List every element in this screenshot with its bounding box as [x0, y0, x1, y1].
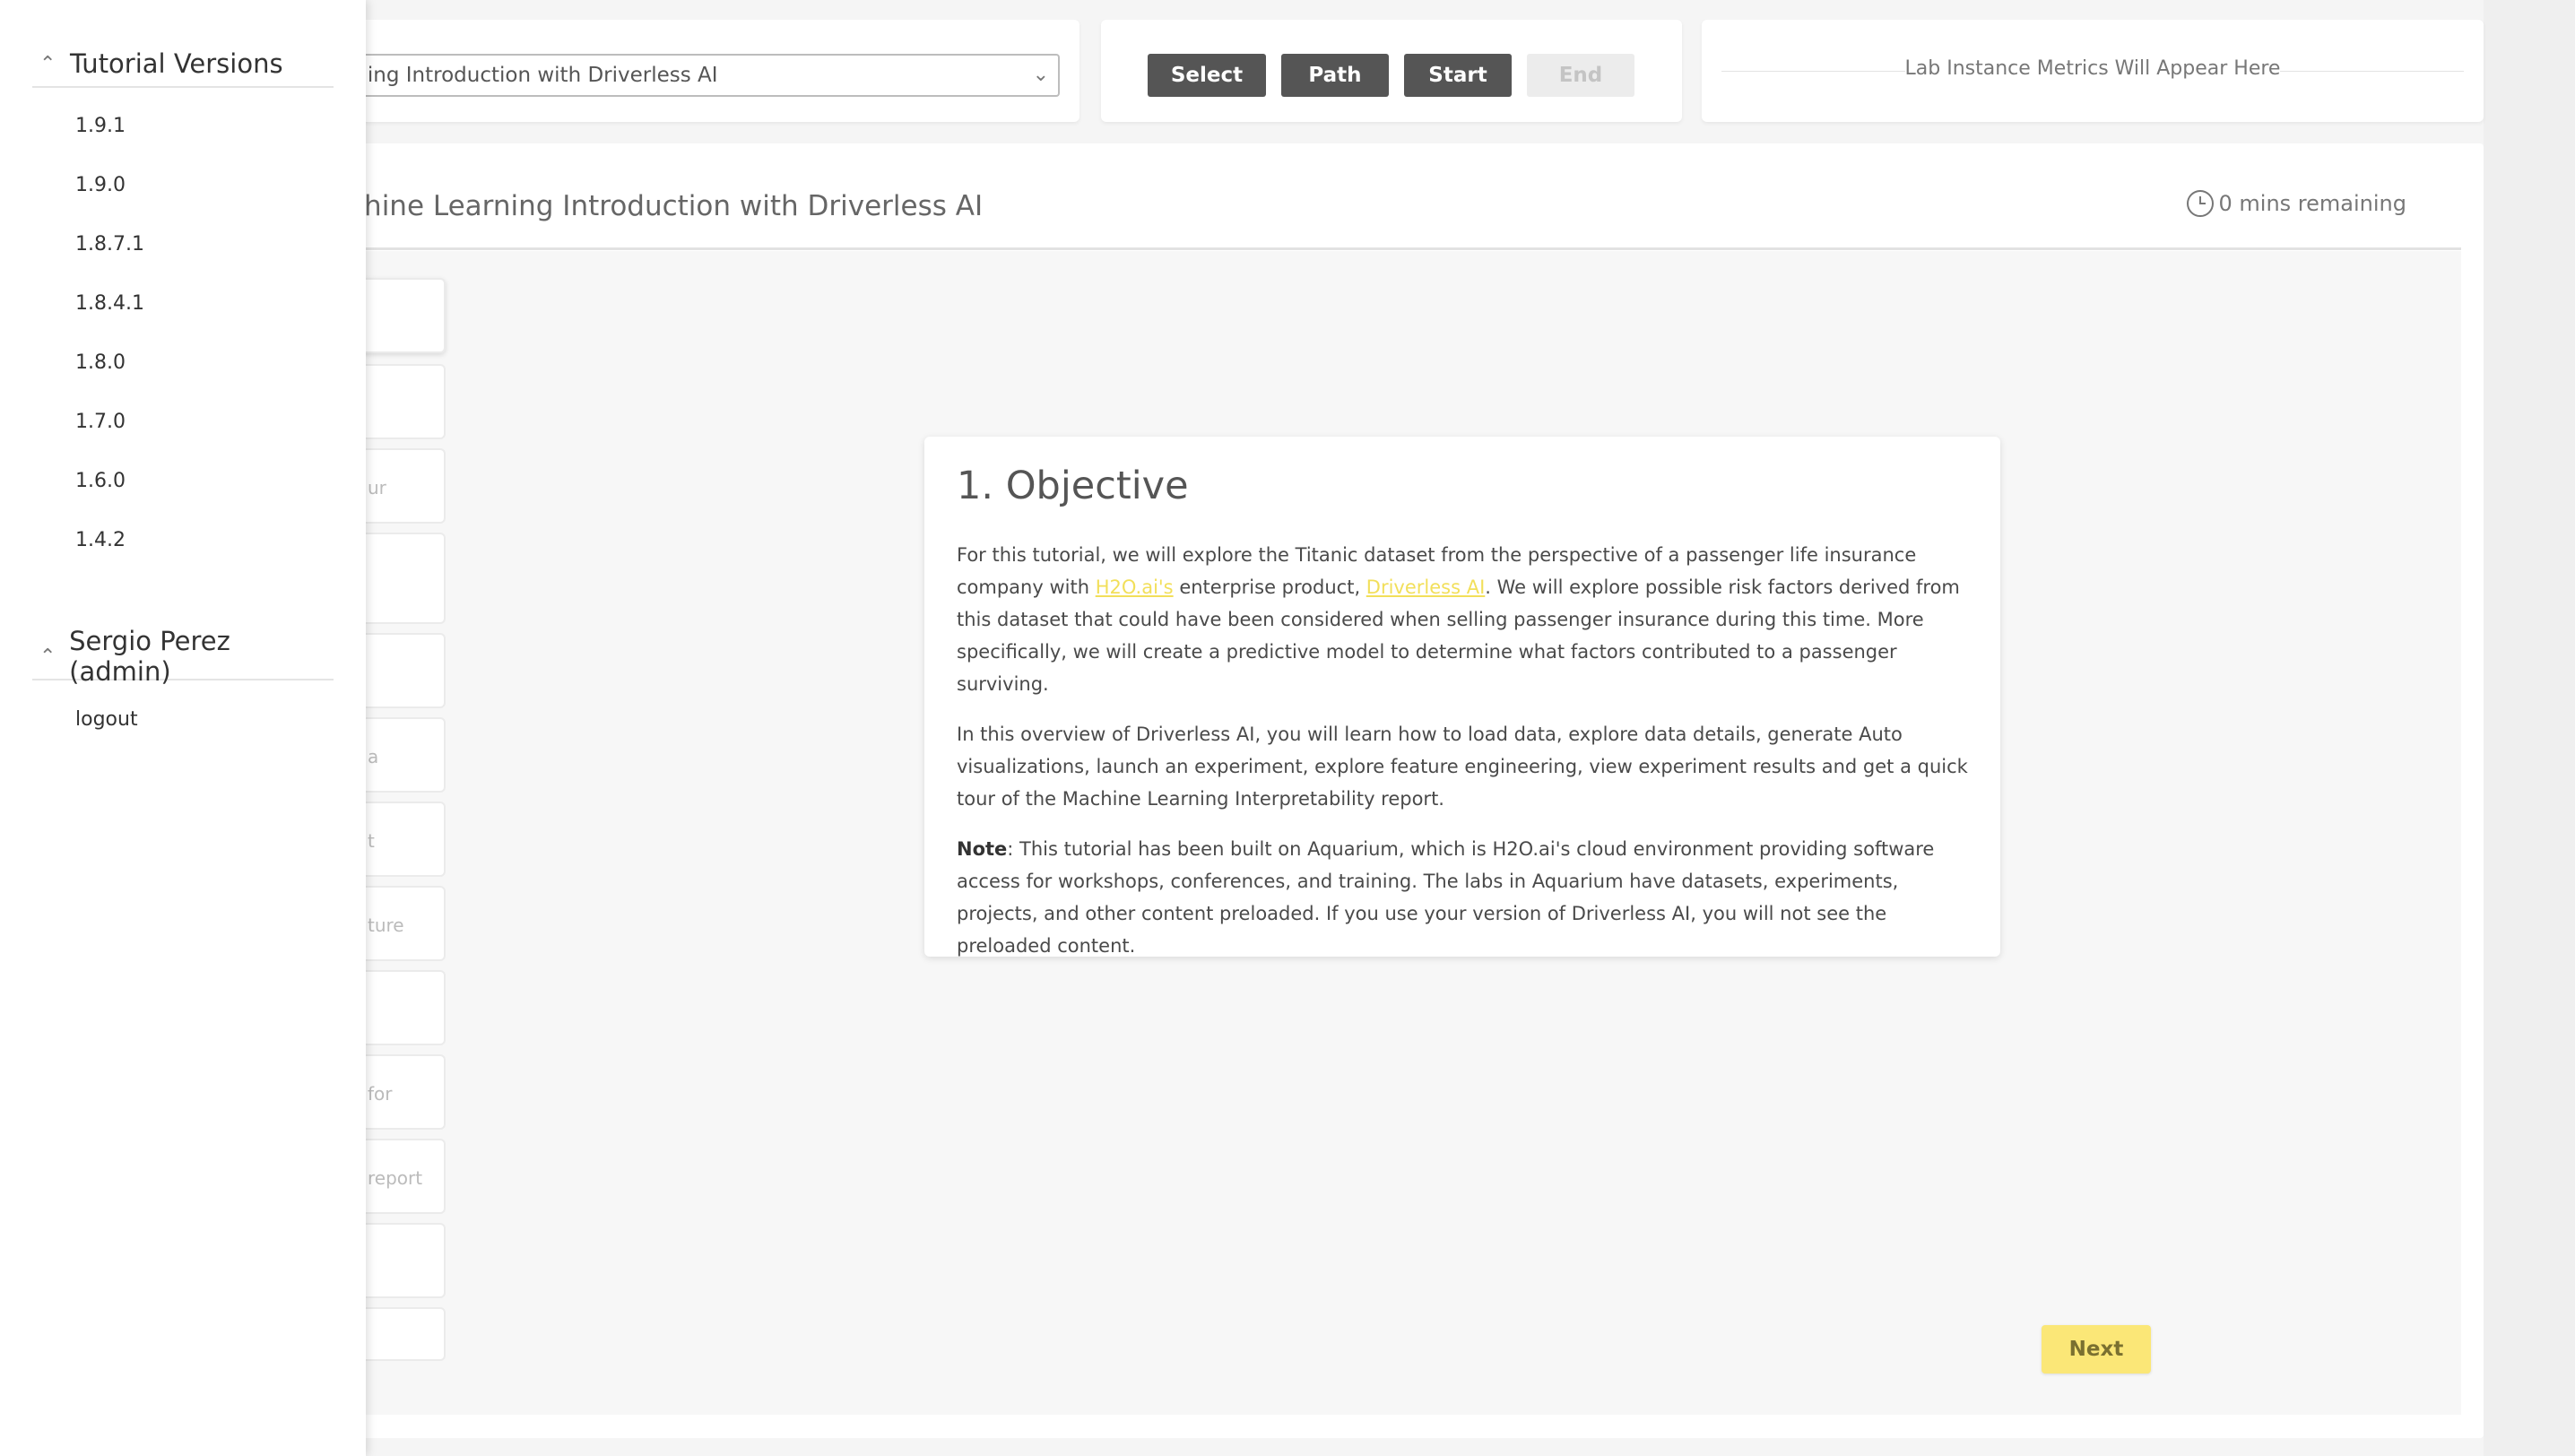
version-item[interactable]: 1.8.0	[75, 351, 126, 374]
right-margin	[2484, 0, 2575, 1456]
clock-icon	[2186, 190, 2214, 217]
version-item[interactable]: 1.6.0	[75, 470, 126, 492]
select-button[interactable]: Select	[1148, 54, 1266, 97]
step-label: t	[368, 830, 375, 852]
timer-text: 0 mins remaining	[2218, 191, 2406, 216]
logout-link[interactable]: logout	[75, 708, 138, 731]
step-label: ur	[368, 477, 386, 498]
objective-card: 1. Objective For this tutorial, we will …	[924, 437, 2000, 957]
chevron-up-icon: ⌃	[39, 645, 56, 668]
overview-paragraph: In this overview of Driverless AI, you w…	[957, 724, 1968, 810]
metrics-placeholder: Lab Instance Metrics Will Appear Here	[1904, 57, 2281, 80]
driverless-ai-link[interactable]: Driverless AI	[1366, 576, 1486, 598]
content-area: ur a t ture for report 1. Objective For this …	[0, 251, 2461, 1415]
note-paragraph: Note: This tutorial has been built on Aq…	[957, 838, 1935, 957]
objective-paragraph: For this tutorial, we will explore the T…	[957, 544, 1960, 695]
version-item[interactable]: 1.4.2	[75, 529, 126, 551]
tutorial-versions-header[interactable]: ⌃ Tutorial Versions	[32, 41, 334, 88]
objective-title: 1. Objective	[957, 464, 1189, 508]
version-item[interactable]: 1.8.7.1	[75, 233, 144, 256]
lab-main-card: achine Learning Introduction with Driver…	[0, 143, 2484, 1438]
version-item[interactable]: 1.9.1	[75, 115, 126, 137]
step-label: for	[368, 1083, 393, 1105]
path-button[interactable]: Path	[1281, 54, 1389, 97]
version-item[interactable]: 1.7.0	[75, 411, 126, 433]
step-label: a	[368, 746, 379, 767]
side-drawer: ⌃ Tutorial Versions 1.9.1 1.9.0 1.8.7.1 1.8…	[0, 0, 366, 1456]
chevron-down-icon: ⌄	[1032, 64, 1049, 86]
version-item[interactable]: 1.9.0	[75, 174, 126, 196]
next-button[interactable]: Next	[2042, 1325, 2151, 1374]
timer: 0 mins remaining	[2186, 190, 2406, 217]
step-label: ture	[368, 914, 404, 936]
end-button[interactable]: End	[1527, 54, 1634, 97]
metrics-card: Lab Instance Metrics Will Appear Here	[1702, 20, 2484, 122]
h2o-link[interactable]: H2O.ai's	[1096, 576, 1174, 598]
chevron-up-icon: ⌃	[39, 52, 56, 75]
version-item[interactable]: 1.8.4.1	[75, 292, 144, 315]
step-label: report	[368, 1167, 423, 1189]
lab-controls-card: Select Path Start End	[1101, 20, 1682, 122]
divider	[0, 247, 2461, 250]
start-button[interactable]: Start	[1404, 54, 1512, 97]
user-menu-header[interactable]: ⌃ Sergio Perez (admin)	[32, 626, 334, 687]
